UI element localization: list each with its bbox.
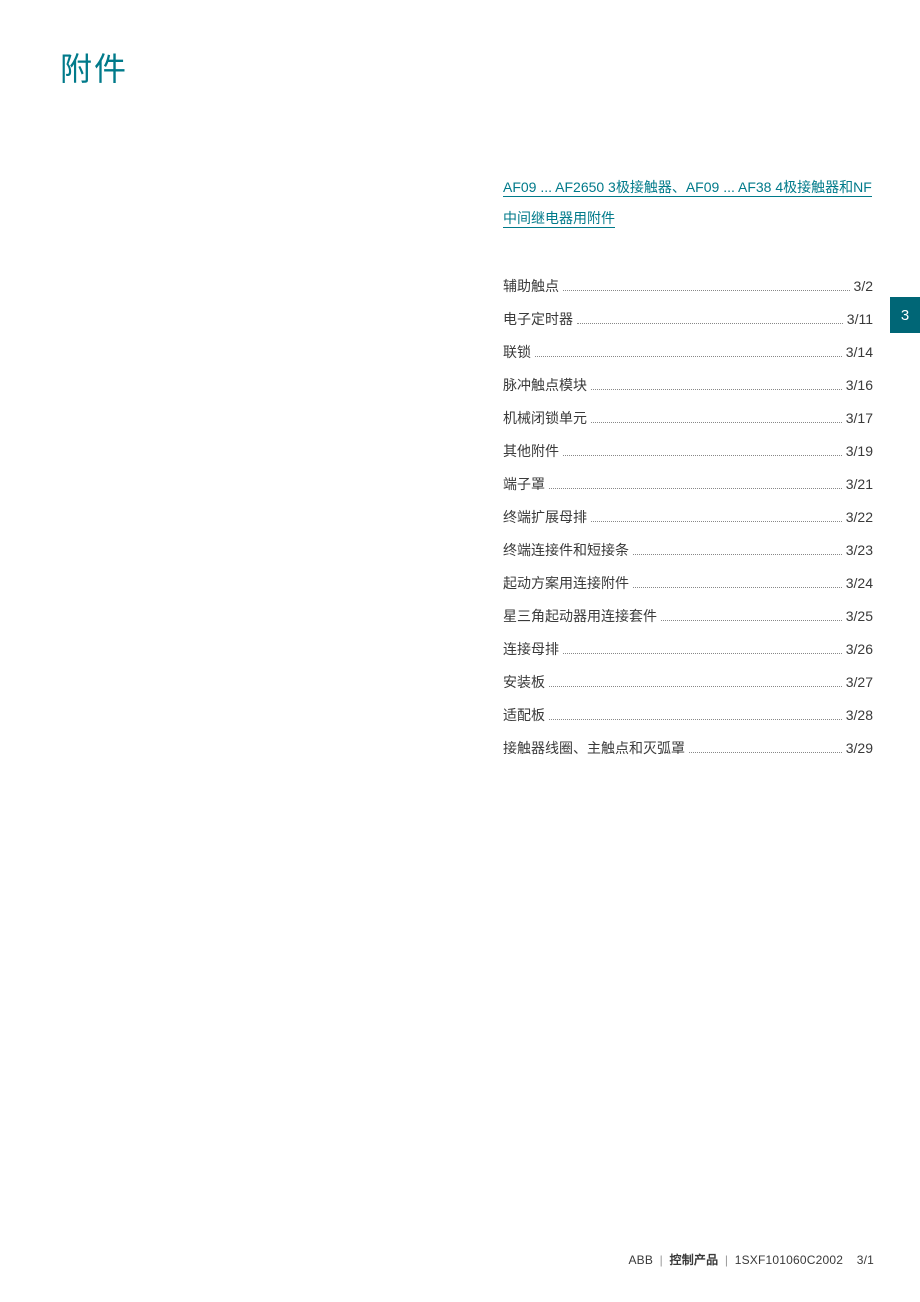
toc-row[interactable]: 安装板 3/27: [503, 672, 873, 705]
toc-row[interactable]: 辅助触点 3/2: [503, 276, 873, 309]
toc-label: 其他附件: [503, 441, 559, 461]
toc-label: 星三角起动器用连接套件: [503, 606, 657, 626]
toc-leader: [661, 620, 842, 621]
toc-row[interactable]: 起动方案用连接附件 3/24: [503, 573, 873, 606]
toc-label: 终端连接件和短接条: [503, 540, 629, 560]
toc-label: 机械闭锁单元: [503, 408, 587, 428]
toc-label: 接触器线圈、主触点和灭弧罩: [503, 738, 685, 758]
toc-label: 端子罩: [503, 474, 545, 494]
toc-page: 3/28: [846, 707, 873, 723]
toc-leader: [535, 356, 842, 357]
toc-page: 3/17: [846, 410, 873, 426]
toc-page: 3/26: [846, 641, 873, 657]
toc-label: 脉冲触点模块: [503, 375, 587, 395]
toc-row[interactable]: 星三角起动器用连接套件 3/25: [503, 606, 873, 639]
toc-page: 3/29: [846, 740, 873, 756]
toc-row[interactable]: 接触器线圈、主触点和灭弧罩 3/29: [503, 738, 873, 771]
chapter-side-tab: 3: [890, 297, 920, 333]
toc-leader: [549, 686, 842, 687]
toc-leader: [591, 521, 842, 522]
footer-category: 控制产品: [670, 1253, 719, 1267]
toc-page: 3/27: [846, 674, 873, 690]
toc-row[interactable]: 终端连接件和短接条 3/23: [503, 540, 873, 573]
toc-row[interactable]: 脉冲触点模块 3/16: [503, 375, 873, 408]
toc-row[interactable]: 端子罩 3/21: [503, 474, 873, 507]
toc-label: 起动方案用连接附件: [503, 573, 629, 593]
toc-row[interactable]: 终端扩展母排 3/22: [503, 507, 873, 540]
toc-leader: [633, 554, 842, 555]
toc-page: 3/23: [846, 542, 873, 558]
toc-leader: [563, 290, 850, 291]
toc-leader: [689, 752, 842, 753]
section-header-text: AF09 ... AF2650 3极接触器、AF09 ... AF38 4极接触…: [503, 179, 872, 228]
toc-page: 3/11: [847, 311, 873, 327]
table-of-contents: 辅助触点 3/2 电子定时器 3/11 联锁 3/14 脉冲触点模块 3/16 机械闭锁单元 3/…: [503, 276, 873, 771]
toc-page: 3/22: [846, 509, 873, 525]
toc-page: 3/24: [846, 575, 873, 591]
toc-leader: [563, 455, 842, 456]
toc-label: 辅助触点: [503, 276, 559, 296]
footer-page-number: 3/1: [857, 1253, 874, 1267]
toc-leader: [577, 323, 843, 324]
toc-leader: [563, 653, 842, 654]
toc-row[interactable]: 适配板 3/28: [503, 705, 873, 738]
footer-doc-id: 1SXF101060C2002: [735, 1253, 843, 1267]
footer-brand: ABB: [628, 1253, 653, 1267]
section-header: AF09 ... AF2650 3极接触器、AF09 ... AF38 4极接触…: [503, 172, 873, 234]
toc-row[interactable]: 其他附件 3/19: [503, 441, 873, 474]
toc-leader: [591, 389, 842, 390]
page-title: 附件: [60, 44, 128, 90]
toc-page: 3/14: [846, 344, 873, 360]
toc-label: 终端扩展母排: [503, 507, 587, 527]
toc-label: 安装板: [503, 672, 545, 692]
toc-row[interactable]: 连接母排 3/26: [503, 639, 873, 672]
toc-page: 3/21: [846, 476, 873, 492]
toc-page: 3/19: [846, 443, 873, 459]
toc-page: 3/16: [846, 377, 873, 393]
toc-page: 3/25: [846, 608, 873, 624]
toc-row[interactable]: 电子定时器 3/11: [503, 309, 873, 342]
toc-leader: [549, 719, 842, 720]
toc-label: 适配板: [503, 705, 545, 725]
footer-separator: |: [725, 1253, 728, 1267]
footer-separator: |: [660, 1253, 663, 1267]
page-footer: ABB | 控制产品 | 1SXF101060C2002 3/1: [628, 1251, 874, 1268]
toc-page: 3/2: [854, 278, 873, 294]
toc-label: 联锁: [503, 342, 531, 362]
toc-leader: [591, 422, 842, 423]
toc-row[interactable]: 机械闭锁单元 3/17: [503, 408, 873, 441]
toc-row[interactable]: 联锁 3/14: [503, 342, 873, 375]
toc-leader: [633, 587, 842, 588]
toc-label: 连接母排: [503, 639, 559, 659]
toc-label: 电子定时器: [503, 309, 573, 329]
toc-leader: [549, 488, 842, 489]
